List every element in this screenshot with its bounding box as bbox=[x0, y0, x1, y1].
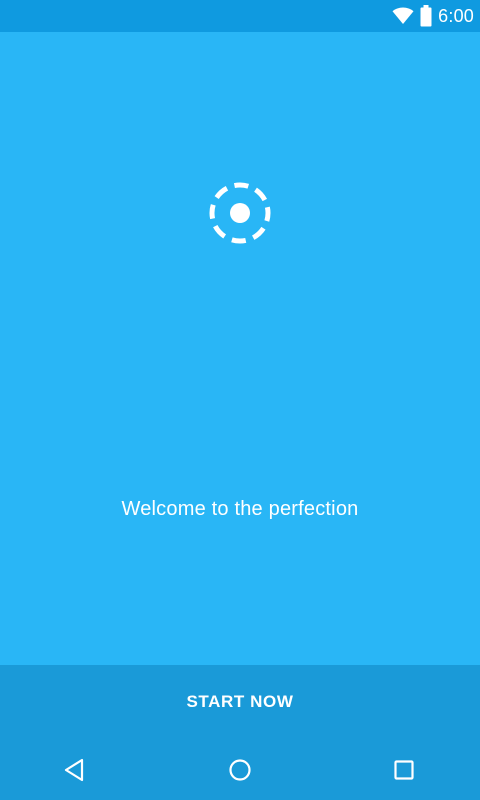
navigation-bar bbox=[0, 739, 480, 800]
status-time: 6:00 bbox=[438, 5, 474, 26]
recents-button[interactable] bbox=[364, 739, 444, 800]
welcome-text: Welcome to the perfection bbox=[121, 498, 359, 520]
recents-icon bbox=[393, 759, 415, 781]
home-icon bbox=[228, 758, 252, 782]
back-icon bbox=[63, 758, 85, 782]
wifi-icon bbox=[392, 7, 414, 25]
dashed-circle-dot-icon bbox=[207, 180, 273, 246]
start-now-button[interactable]: START NOW bbox=[0, 665, 480, 739]
status-indicators: 6:00 bbox=[392, 0, 474, 32]
welcome-panel: Welcome to the perfection bbox=[0, 32, 480, 665]
bottom-bar: START NOW bbox=[0, 665, 480, 800]
app-screen: 6:00 Welcome to the perfection START NOW bbox=[0, 0, 480, 800]
status-bar: 6:00 bbox=[0, 0, 480, 32]
battery-icon bbox=[420, 5, 432, 27]
back-button[interactable] bbox=[34, 739, 114, 800]
home-button[interactable] bbox=[200, 739, 280, 800]
